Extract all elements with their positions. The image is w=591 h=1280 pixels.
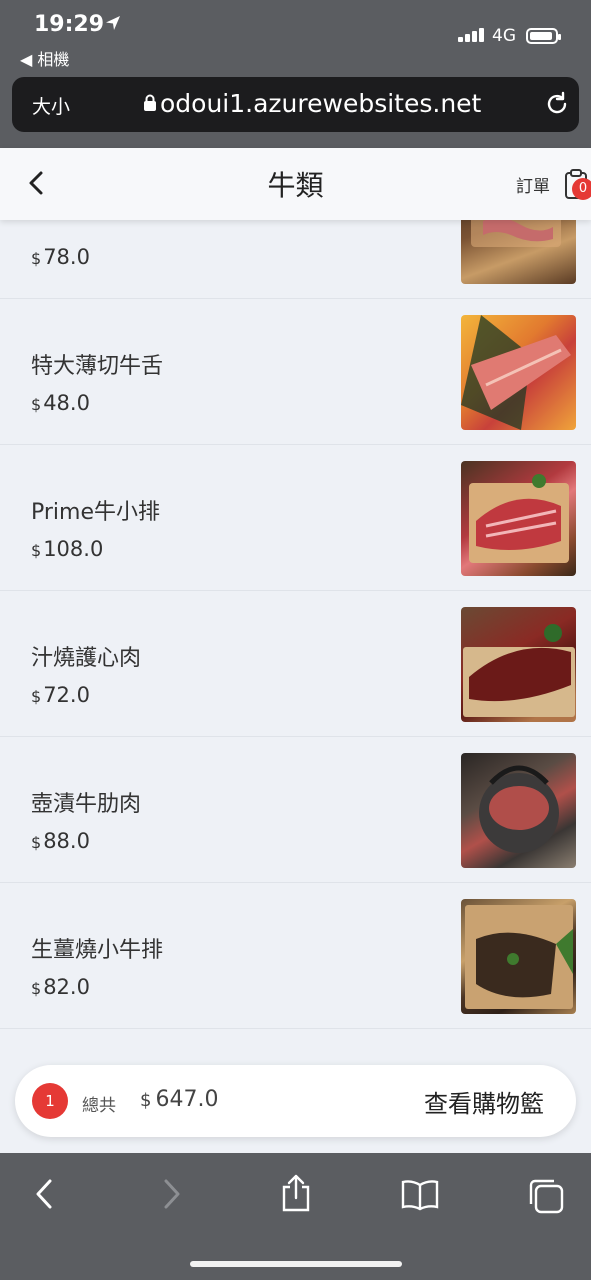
battery-icon	[526, 28, 561, 44]
bookmarks-icon[interactable]	[400, 1179, 440, 1215]
item-name: 生薑燒小牛排	[31, 938, 164, 963]
item-name: 特大薄切牛舌	[31, 354, 164, 379]
url-text[interactable]: odoui1.azurewebsites.net	[160, 89, 481, 118]
item-name: Prime牛小排	[31, 500, 161, 525]
signal-icon	[458, 28, 484, 42]
text-size-button[interactable]: 大小	[32, 92, 70, 119]
item-price: $78.0	[31, 245, 90, 269]
home-indicator	[190, 1261, 402, 1267]
total-label: 總共	[82, 1096, 116, 1116]
item-photo[interactable]	[461, 461, 576, 576]
item-price: $88.0	[31, 829, 90, 853]
lock-icon	[143, 94, 157, 116]
list-item[interactable]: 汁燒護心肉 $72.0	[0, 591, 591, 737]
item-photo[interactable]	[461, 899, 576, 1014]
app-header: 牛類 訂單 0	[0, 148, 591, 220]
address-bar[interactable]: 大小 odoui1.azurewebsites.net	[12, 77, 579, 132]
page-title: 牛類	[267, 169, 324, 202]
cart-summary-bar[interactable]: 1 總共 $647.0 查看購物籃	[15, 1065, 576, 1137]
item-price: $48.0	[31, 391, 90, 415]
tabs-icon[interactable]	[527, 1177, 565, 1219]
reload-icon[interactable]	[543, 90, 571, 122]
item-name: 汁燒護心肉	[31, 646, 142, 671]
item-price: $72.0	[31, 683, 90, 707]
share-icon[interactable]	[280, 1173, 312, 1217]
list-item[interactable]: Prime牛小排 $108.0	[0, 445, 591, 591]
list-item[interactable]: 生薑燒小牛排 $82.0	[0, 883, 591, 1029]
list-item[interactable]: 特大薄切牛舌 $48.0	[0, 299, 591, 445]
location-arrow-icon	[104, 14, 122, 36]
item-photo[interactable]	[461, 607, 576, 722]
item-photo[interactable]	[461, 753, 576, 868]
menu-list: $78.0 特大薄切牛舌 $48.0 Prime牛小排 $108.0 汁燒護心肉…	[0, 153, 591, 1029]
total-amount: $647.0	[140, 1087, 219, 1112]
list-item[interactable]: 壺漬牛肋肉 $88.0	[0, 737, 591, 883]
forward-icon[interactable]	[160, 1177, 184, 1215]
network-type: 4G	[492, 26, 516, 46]
item-price: $82.0	[31, 975, 90, 999]
item-name: 壺漬牛肋肉	[31, 792, 142, 817]
status-time: 19:29	[34, 12, 105, 37]
back-icon[interactable]	[32, 1177, 56, 1215]
view-cart-button[interactable]: 查看購物籃	[424, 1084, 544, 1119]
back-to-app-link[interactable]: ◀ 相機	[20, 46, 69, 70]
browser-chrome-top: 19:29 ◀ 相機 4G 大小 odoui1.azurewebsites.ne…	[0, 0, 591, 148]
order-count-badge: 0	[572, 178, 591, 200]
item-price: $108.0	[31, 537, 104, 561]
cart-count-badge: 1	[32, 1083, 68, 1119]
item-photo[interactable]	[461, 315, 576, 430]
order-label[interactable]: 訂單	[516, 172, 550, 197]
